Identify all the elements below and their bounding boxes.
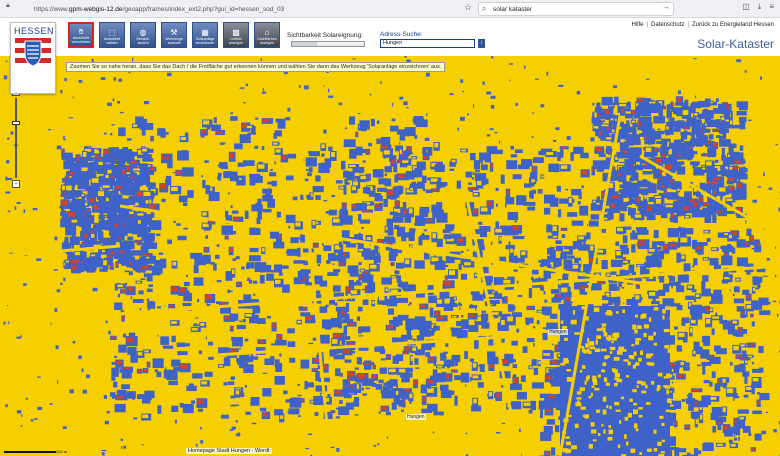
toolbar-button-label: Luftbild anzeigen — [228, 37, 244, 46]
zoom-slider-handle[interactable] — [12, 120, 20, 125]
toolbar-button-roof[interactable]: ⌂ Dachflächen anzeigen — [254, 22, 280, 48]
zoom-control: + − — [12, 88, 20, 188]
link-separator: | — [687, 22, 689, 28]
url-path: /geoapp/frames/index_ext2.php?gui_id=hes… — [122, 5, 285, 13]
hand-icon: ✋︎ — [78, 26, 84, 36]
globe-icon: ◍ — [139, 27, 147, 37]
tools-icon: ⚒ — [170, 27, 178, 37]
page-title: Solar-Kataster — [697, 37, 774, 51]
aerial-photo-icon: ▩ — [232, 27, 240, 37]
browser-search-input[interactable]: ⌕ solar kataster — [478, 2, 674, 16]
browser-right-icons: ◫ ⤓ ≡ — [742, 2, 774, 12]
pocket-icon[interactable]: ◫ — [742, 2, 750, 12]
top-link-0[interactable]: Hilfe — [631, 22, 643, 28]
scale-bar — [4, 450, 56, 454]
toolbar-button-label: Dachflächen anzeigen — [257, 37, 277, 46]
visibility-slider[interactable] — [291, 41, 365, 47]
top-link-2[interactable]: Zurück zu Energieland Hessen — [692, 22, 774, 28]
toolbar-button-label: Ausschnitt wählen — [103, 37, 121, 46]
hessen-coat-of-arms-icon — [15, 38, 51, 67]
solar-panel-icon: ▦ — [201, 27, 209, 37]
toolbar-button-hand[interactable]: ✋︎ Ausschnitt verschieben — [68, 22, 94, 48]
homepage-link[interactable]: Homepage Stadt Hungen - Wordt — [186, 448, 272, 454]
search-value: solar kataster — [493, 5, 533, 13]
menu-icon[interactable]: ≡ — [769, 2, 774, 12]
search-go-arrow-icon[interactable]: → — [662, 2, 670, 11]
download-icon[interactable]: ⤓ — [758, 2, 762, 12]
top-links: Hilfe | Datenschutz | Zurück zu Energieland … — [631, 22, 774, 28]
link-separator: | — [646, 22, 649, 28]
visibility-label: Sichtbarkeit Solareignung: — [287, 32, 363, 39]
logo-title: HESSEN — [14, 26, 55, 36]
bookmark-star-icon[interactable]: ☆ — [464, 2, 472, 13]
toolbar-button-tools[interactable]: ⚒ Werkzeuge auswahl — [161, 22, 187, 48]
browser-toolbar: 🔒︎ https://www. gpm-webgis-12.de/geoapp/f… — [0, 0, 780, 18]
address-bar[interactable]: https://www. gpm-webgis-12.de/geoapp/fram… — [18, 2, 476, 16]
zoom-out-button[interactable]: − — [12, 180, 20, 188]
toolbar-button-globe[interactable]: ◍ Gesamt-ansicht — [130, 22, 156, 48]
address-search-button[interactable]: ! — [478, 39, 485, 48]
toolbar-button-zoom-box[interactable]: ⬚ Ausschnitt wählen — [99, 22, 125, 48]
url-host: gpm-webgis-12.de — [69, 5, 123, 13]
toolbar-button-label: Solaranlage einzeichnen — [195, 37, 215, 46]
roof-icon: ⌂ — [264, 27, 270, 37]
top-link-1[interactable]: Datenschutz — [651, 22, 684, 28]
hint-tooltip: Zoomen Sie so nahe heran, dass Sie das D… — [66, 62, 446, 72]
visibility-slider-fill — [292, 42, 318, 46]
hessen-logo: HESSEN — [10, 22, 56, 94]
solar-map-raster[interactable] — [0, 56, 780, 456]
address-search-input[interactable]: Hungen — [380, 39, 475, 48]
place-label-hungen-south: Hungen — [406, 414, 426, 420]
lock-icon[interactable]: 🔒︎ — [6, 2, 10, 10]
toolbar-button-aerial-photo[interactable]: ▩ Luftbild anzeigen — [223, 22, 249, 48]
search-icon: ⌕ — [482, 4, 487, 13]
toolbar-button-label: Gesamt-ansicht — [136, 37, 150, 46]
app-header: HESSEN ✋︎ Ausschnitt verschieben ⬚ Ausschni… — [0, 18, 780, 94]
zoom-slider-track[interactable] — [15, 98, 17, 178]
address-search-label: Adress-Suche: — [380, 31, 423, 38]
toolbar-button-label: Ausschnitt verschieben — [71, 36, 91, 45]
toolbar-button-label: Werkzeuge auswahl — [165, 37, 183, 46]
url-prefix: https://www. — [34, 5, 70, 13]
solar-map[interactable]: Zoomen Sie so nahe heran, dass Sie das D… — [0, 56, 780, 456]
toolbar-button-solar-panel[interactable]: ▦ Solaranlage einzeichnen — [192, 22, 218, 48]
scale-label: 200 m — [56, 449, 68, 454]
zoom-box-icon: ⬚ — [108, 27, 116, 37]
place-label-hungen: Hungen — [548, 329, 568, 335]
